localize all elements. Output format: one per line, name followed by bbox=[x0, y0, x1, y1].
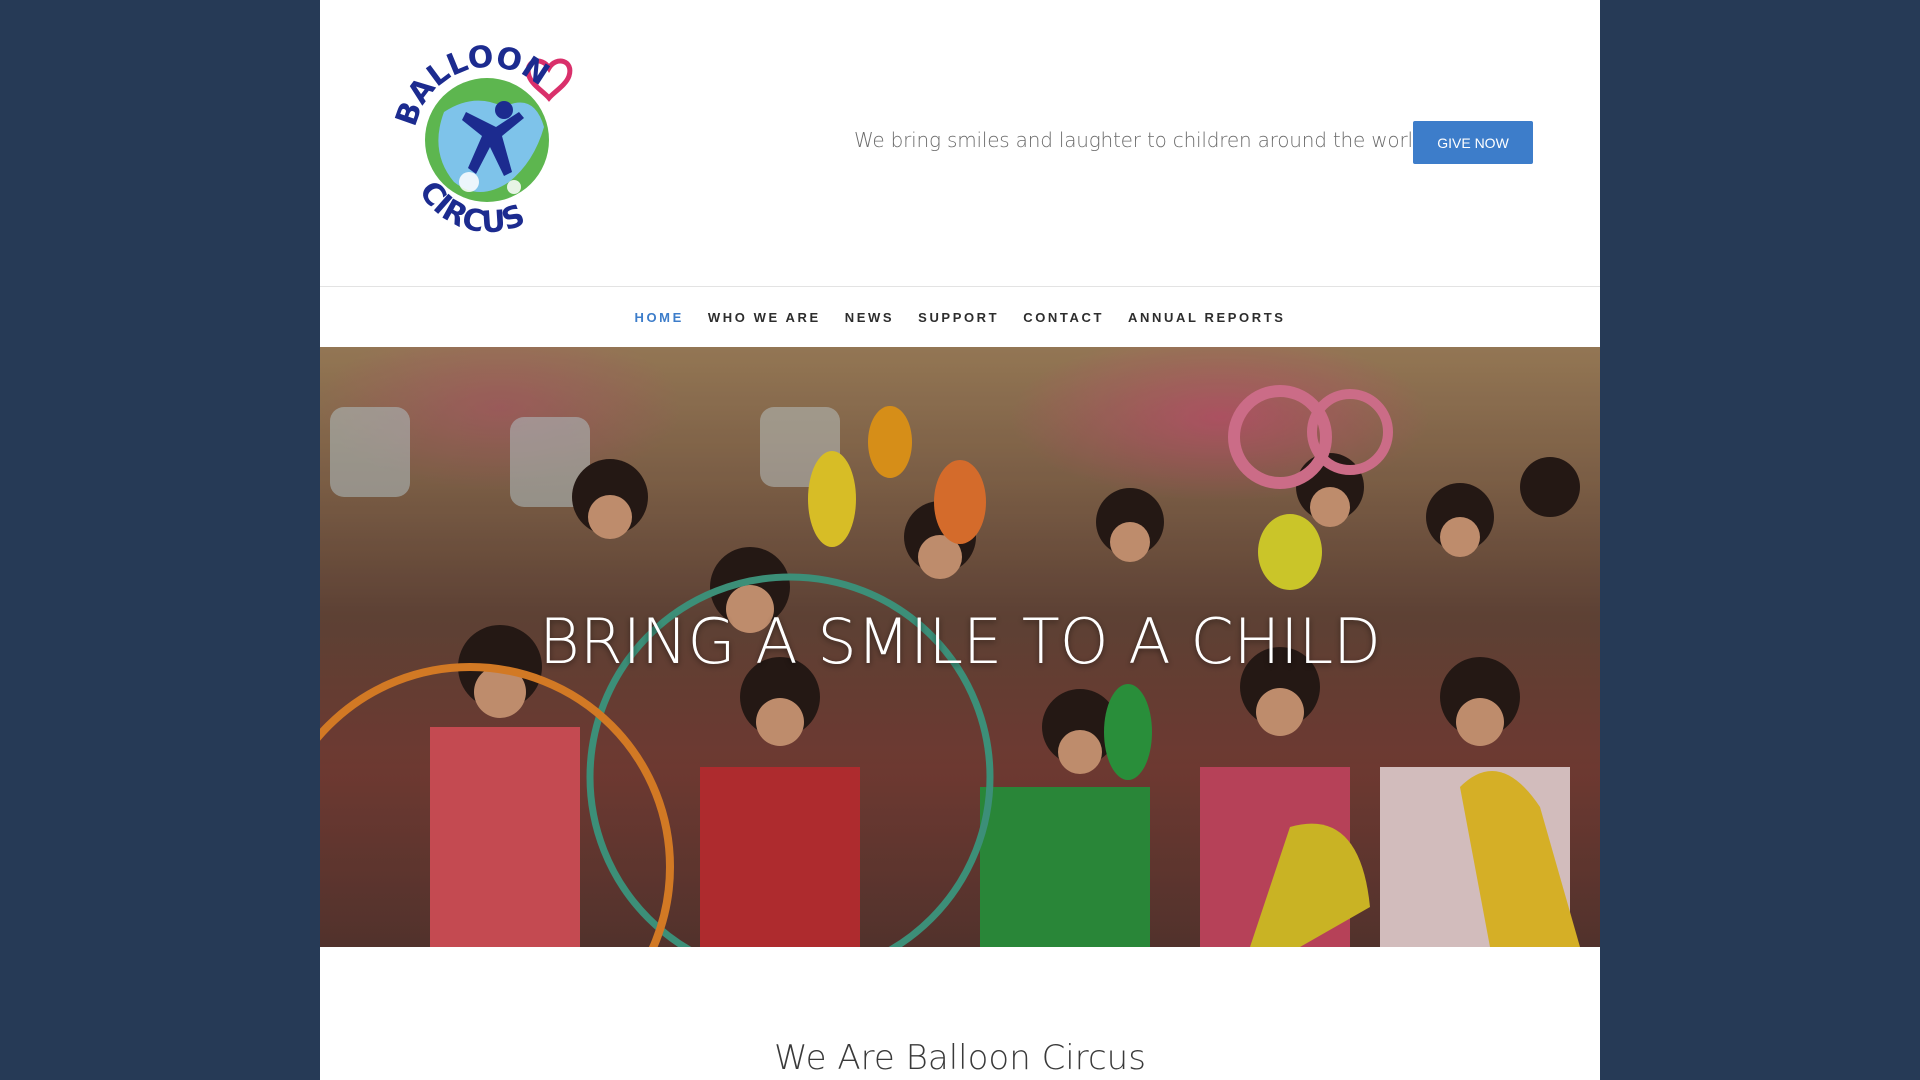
site-header: BALLOON CIRCUS We bring smiles and laugh… bbox=[320, 0, 1600, 286]
page-container: BALLOON CIRCUS We bring smiles and laugh… bbox=[320, 0, 1600, 1080]
balloon-circus-logo[interactable]: BALLOON CIRCUS bbox=[384, 32, 594, 248]
hero-title: BRING A SMILE TO A CHILD bbox=[539, 605, 1381, 678]
nav-item-home[interactable]: HOME bbox=[634, 310, 683, 325]
logo-bubble bbox=[507, 180, 521, 194]
site-tagline: We bring smiles and laughter to children… bbox=[854, 128, 1432, 152]
give-now-button[interactable]: GIVE NOW bbox=[1413, 121, 1533, 164]
nav-item-who-we-are[interactable]: WHO WE ARE bbox=[708, 310, 821, 325]
nav-item-news[interactable]: NEWS bbox=[845, 310, 894, 325]
hero-banner: BRING A SMILE TO A CHILD bbox=[320, 347, 1600, 947]
logo-bubble bbox=[459, 172, 479, 192]
nav-item-support[interactable]: SUPPORT bbox=[918, 310, 999, 325]
nav-item-contact[interactable]: CONTACT bbox=[1023, 310, 1104, 325]
main-navigation: HOME WHO WE ARE NEWS SUPPORT CONTACT ANN… bbox=[320, 286, 1600, 348]
intro-heading: We Are Balloon Circus bbox=[774, 1038, 1146, 1078]
nav-item-annual-reports[interactable]: ANNUAL REPORTS bbox=[1128, 310, 1286, 325]
